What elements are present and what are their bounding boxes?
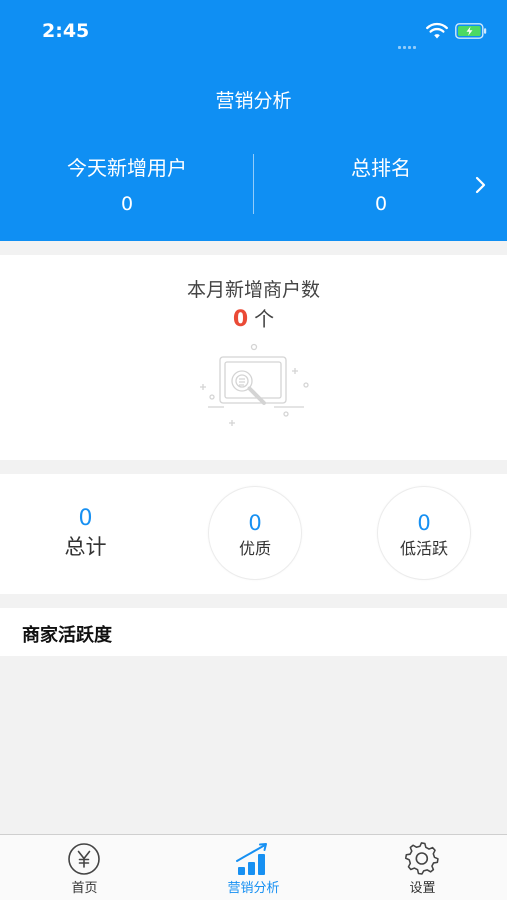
merchant-activity-title: 商家活跃度 [22,625,112,646]
monthly-count-value: 0 [232,307,249,332]
monthly-count-unit: 个 [254,307,275,331]
low-activity-merchants-value: 0 [417,511,431,535]
quality-merchants-label: 优质 [238,539,271,558]
empty-data-illustration-icon [200,343,309,426]
monthly-new-merchants-card: 本月新增商户数 0个 [0,255,507,460]
merchant-totals-card: 0 总计 0 优质 0 低活跃 [0,474,507,594]
yen-circle-icon [68,843,100,875]
battery-charging-icon [455,23,487,39]
total-ranking-label: 总排名 [351,156,411,180]
total-merchants[interactable]: 0 总计 [28,506,143,561]
low-activity-merchants-label: 低活跃 [399,539,448,558]
chevron-right-icon[interactable] [474,175,488,195]
status-bar: 2:45 [0,0,507,64]
gear-icon [404,842,439,875]
wifi-icon [426,22,448,39]
total-merchants-label: 总计 [64,535,107,559]
quality-merchants-circle[interactable]: 0 优质 [208,486,302,580]
monthly-new-merchants-count: 0个 [0,303,507,332]
merchant-activity-section: 商家活跃度 [0,608,507,656]
header-banner: 2:45 营销分析 今天新增用户 0 总排名 0 [0,0,507,241]
cellular-signal-icon [398,34,420,49]
tab-settings-label: 设置 [409,881,436,896]
tab-home-label: 首页 [71,881,98,896]
bar-chart-icon [236,843,267,875]
tab-marketing-analysis-label: 营销分析 [227,881,280,896]
total-merchants-value: 0 [78,506,93,531]
tab-marketing-analysis[interactable]: 营销分析 [169,835,338,900]
total-ranking[interactable]: 总排名 0 [254,152,507,215]
tab-settings[interactable]: 设置 [338,835,507,900]
new-users-today: 今天新增用户 0 [0,152,254,215]
quality-merchants-value: 0 [248,511,262,535]
status-time: 2:45 [42,20,90,42]
new-users-today-value: 0 [120,193,134,215]
bottom-tab-bar: 首页 营销分析 设置 [0,834,507,900]
monthly-new-merchants-label: 本月新增商户数 [186,279,320,301]
low-activity-merchants-circle[interactable]: 0 低活跃 [377,486,471,580]
page-title: 营销分析 [215,90,292,112]
tab-home[interactable]: 首页 [0,835,169,900]
new-users-today-label: 今天新增用户 [67,156,187,180]
total-ranking-value: 0 [374,193,388,215]
